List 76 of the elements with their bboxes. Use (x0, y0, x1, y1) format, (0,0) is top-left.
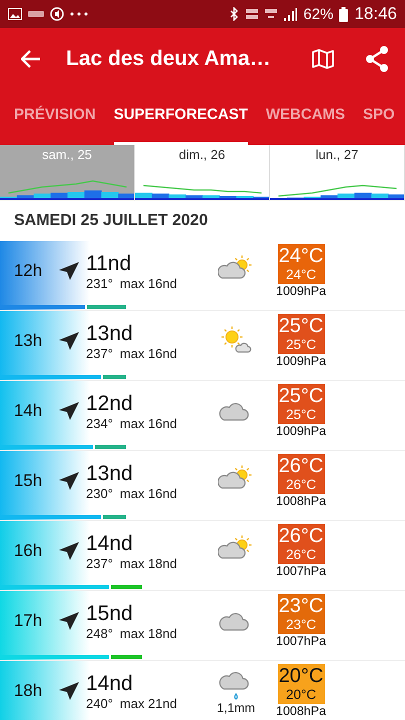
temperature: 26°C (278, 526, 324, 547)
wind-direction-arrow-icon (58, 471, 80, 491)
hour-label: 15h (12, 471, 44, 491)
temperature: 20°C (278, 666, 324, 687)
gust-speed: max 18nd (120, 626, 177, 640)
spot-title: Lac des deux Ama… (66, 47, 272, 71)
hour-label: 13h (12, 331, 44, 351)
day-tab[interactable]: sam., 25 (0, 145, 135, 200)
pressure: 1007hPa (276, 634, 326, 648)
wind-speed: 11nd (86, 252, 132, 276)
sound-notification-icon (50, 7, 64, 21)
wind-speed: 14nd (86, 532, 134, 556)
temperature: 25°C (278, 316, 324, 337)
tab[interactable]: PRÉVISION (14, 90, 96, 145)
gust-speed: max 18nd (120, 556, 177, 570)
wind-speed: 13nd (86, 322, 134, 346)
pressure: 1009hPa (276, 284, 326, 298)
wind-speed: 15nd (86, 602, 134, 626)
more-notifications-icon (70, 12, 88, 16)
image-notification-icon (8, 8, 22, 20)
wind-direction: 240° (86, 696, 113, 710)
feels-like-temperature: 26°C (286, 547, 316, 562)
hour-label: 18h (12, 681, 44, 701)
battery-percent: 62% (303, 6, 334, 22)
wind-direction-arrow-icon (58, 541, 80, 561)
feels-like-temperature: 25°C (286, 407, 316, 422)
pressure: 1009hPa (276, 424, 326, 438)
precipitation: 1,1mm (216, 701, 256, 715)
share-icon (365, 46, 389, 72)
wind-direction: 248° (86, 626, 113, 640)
date-heading: SAMEDI 25 JUILLET 2020 (14, 212, 208, 230)
battery-icon (339, 6, 348, 22)
wind-direction: 237° (86, 556, 113, 570)
hour-label: 12h (12, 261, 44, 281)
signal-icon (283, 8, 298, 20)
wind-direction-arrow-icon (58, 681, 80, 701)
wind-direction-arrow-icon (58, 401, 80, 421)
tab[interactable]: WEBCAMS (266, 90, 346, 145)
gust-speed: max 16nd (120, 486, 177, 500)
feels-like-temperature: 20°C (286, 687, 316, 702)
wind-speed: 12nd (86, 392, 134, 416)
temperature: 26°C (278, 456, 324, 477)
feels-like-temperature: 24°C (286, 267, 316, 282)
wind-direction-arrow-icon (58, 331, 80, 351)
back-arrow-icon (21, 50, 41, 68)
day-tab[interactable]: lun., 27 (270, 145, 405, 200)
pressure: 1007hPa (276, 564, 326, 578)
wind-direction: 231° (86, 276, 113, 290)
wind-direction: 237° (86, 346, 113, 360)
hour-label: 14h (12, 401, 44, 421)
clock: 18:46 (354, 4, 397, 24)
temperature: 23°C (278, 596, 324, 617)
gust-speed: max 16nd (120, 276, 177, 290)
pressure: 1008hPa (276, 704, 326, 718)
feels-like-temperature: 25°C (286, 337, 316, 352)
gust-speed: max 16nd (120, 416, 177, 430)
wind-direction-arrow-icon (58, 611, 80, 631)
day-tab[interactable]: dim., 26 (135, 145, 270, 200)
gust-speed: max 21nd (120, 696, 177, 710)
map-icon (312, 49, 334, 69)
feels-like-temperature: 26°C (286, 477, 316, 492)
hour-label: 17h (12, 611, 44, 631)
bluetooth-icon (230, 7, 240, 21)
wind-direction-arrow-icon (58, 261, 80, 281)
pressure: 1008hPa (276, 494, 326, 508)
wind-direction: 234° (86, 416, 113, 430)
hour-label: 16h (12, 541, 44, 561)
temperature: 25°C (278, 386, 324, 407)
wind-direction: 230° (86, 486, 113, 500)
gust-speed: max 16nd (120, 346, 177, 360)
temperature: 24°C (278, 246, 324, 267)
wind-speed: 13nd (86, 462, 134, 486)
feels-like-temperature: 23°C (286, 617, 316, 632)
pressure: 1009hPa (276, 354, 326, 368)
tab[interactable]: SPO (363, 90, 395, 145)
wind-speed: 14nd (86, 672, 134, 696)
